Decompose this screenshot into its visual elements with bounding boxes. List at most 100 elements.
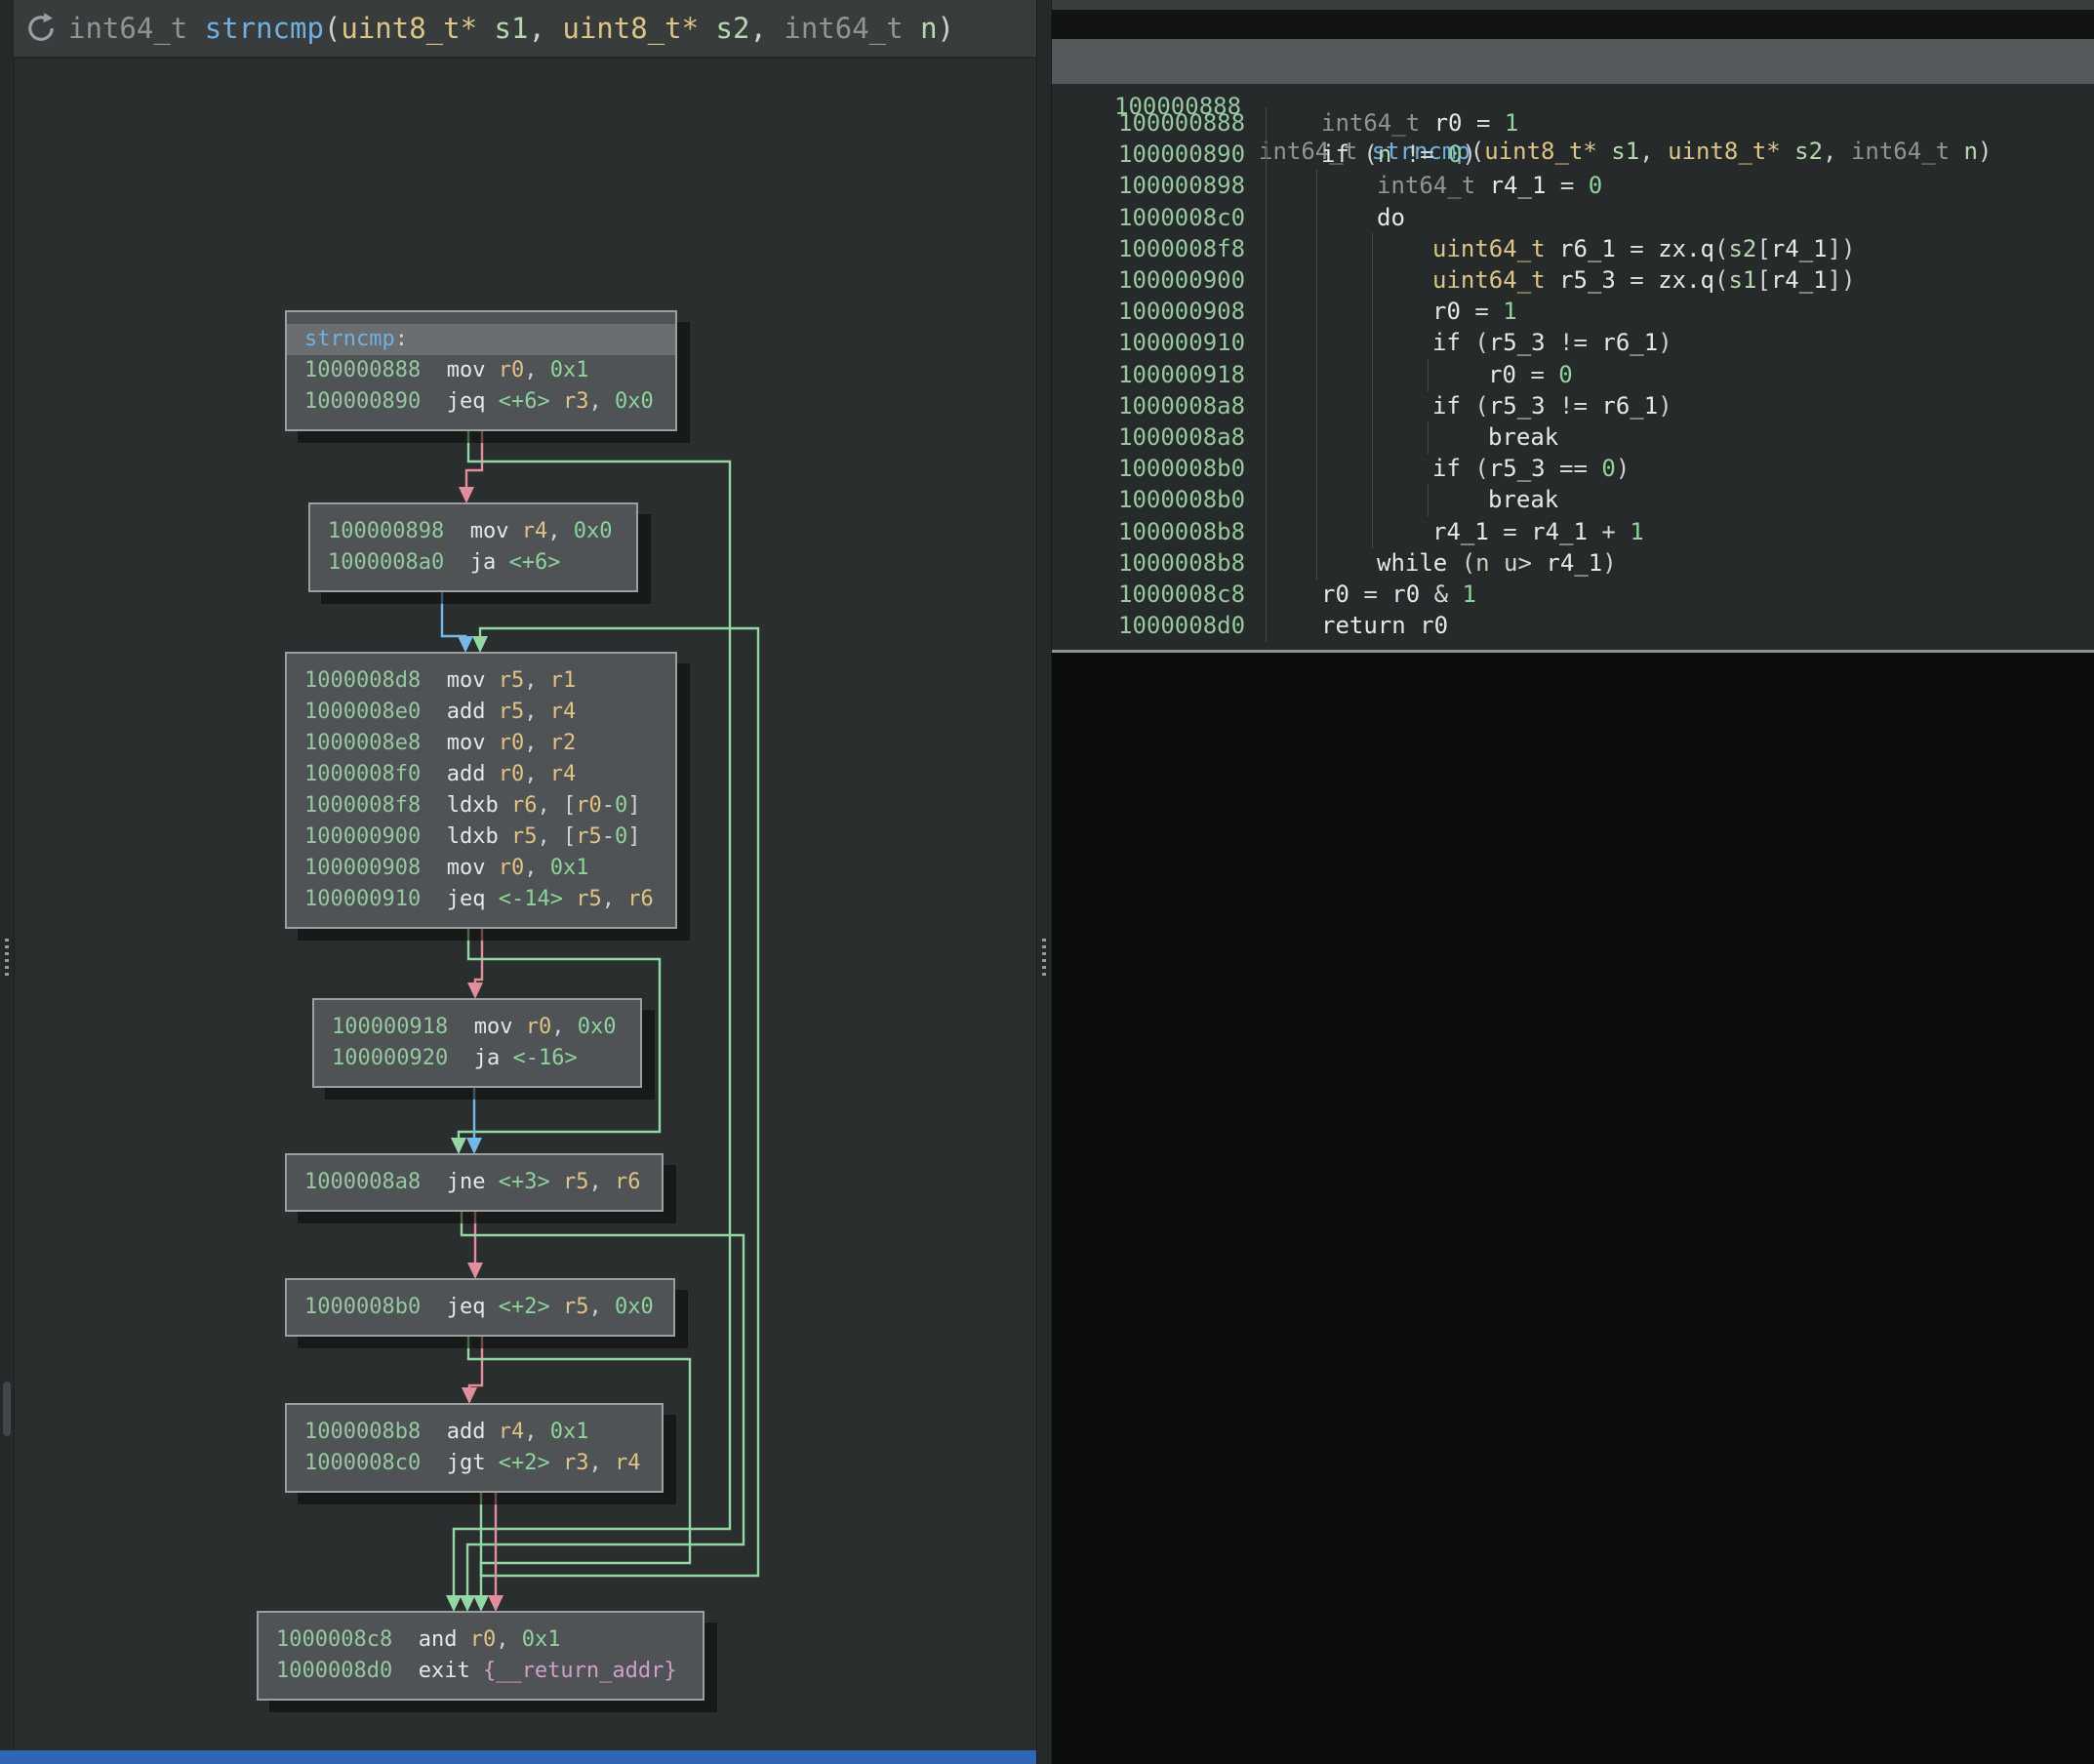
hlil-line[interactable]: 1000008b8while (n u> r4_1): [1050, 547, 2094, 580]
edge-arrowhead-icon: [451, 1138, 466, 1154]
line-code: do: [1377, 202, 1405, 234]
token-imm: <+3>: [499, 1170, 550, 1194]
line-code: uint64_t r6_1 = zx.q(s2[r4_1]): [1432, 233, 1856, 265]
graph-canvas[interactable]: strncmp:100000888 mov r0, 0x1100000890 j…: [0, 0, 1036, 1764]
line-code: r0 = 1: [1432, 296, 1517, 328]
disasm-line[interactable]: 100000890 jeq <+6> r3, 0x0: [304, 386, 658, 418]
drag-handle-icon[interactable]: [1042, 939, 1046, 978]
hlil-line[interactable]: 1000008a8break: [1050, 421, 2094, 454]
hlil-line[interactable]: 1000008b0break: [1050, 484, 2094, 516]
disasm-line[interactable]: 1000008e0 add r5, r4: [304, 697, 658, 728]
disasm-line[interactable]: 1000008c8 and r0, 0x1: [276, 1624, 685, 1656]
disasm-line[interactable]: 1000008d0 exit {__return_addr}: [276, 1656, 685, 1687]
disasm-line[interactable]: 1000008d8 mov r5, r1: [304, 665, 658, 697]
token-pun: ,: [524, 700, 550, 724]
token-addr: 1000008b8: [304, 1420, 421, 1444]
token-addr: 1000008b0: [304, 1295, 421, 1319]
graph-node[interactable]: 1000008b8 add r4, 0x11000008c0 jgt <+2> …: [285, 1403, 664, 1493]
token-var: r0: [1391, 581, 1420, 608]
token-kw: break: [1488, 486, 1558, 513]
line-code: break: [1488, 484, 1558, 516]
disasm-line[interactable]: 1000008f0 add r0, r4: [304, 759, 658, 790]
token-var: r5_3: [1489, 455, 1546, 482]
indent-guide: [1372, 484, 1373, 516]
disasm-line[interactable]: 1000008a8 jne <+3> r5, r6: [304, 1167, 644, 1198]
reload-icon[interactable]: [23, 11, 59, 46]
graph-node[interactable]: 100000898 mov r4, 0x01000008a0 ja <+6>: [308, 502, 638, 592]
disasm-line[interactable]: 1000008b8 add r4, 0x1: [304, 1417, 644, 1448]
token-mn: jeq: [447, 887, 486, 911]
drag-handle-icon[interactable]: [5, 939, 9, 978]
scrollbar-thumb[interactable]: [3, 1382, 11, 1436]
function-signature[interactable]: int64_t strncmp(uint8_t* s1, uint8_t* s2…: [68, 12, 954, 45]
graph-node[interactable]: strncmp:100000888 mov r0, 0x1100000890 j…: [285, 310, 677, 431]
graph-node[interactable]: 100000918 mov r0, 0x0100000920 ja <-16>: [312, 998, 642, 1088]
disasm-line[interactable]: 1000008e8 mov r0, r2: [304, 728, 658, 759]
disasm-line[interactable]: 100000908 mov r0, 0x1: [304, 853, 658, 884]
token-addr: 100000900: [304, 824, 421, 849]
disasm-line[interactable]: 1000008b0 jeq <+2> r5, 0x0: [304, 1292, 656, 1323]
hlil-line[interactable]: 100000900uint64_t r5_3 = zx.q(s1[r4_1]): [1050, 264, 2094, 297]
disasm-line[interactable]: 100000888 mov r0, 0x1: [304, 355, 658, 386]
indent-guide: [1372, 233, 1373, 265]
hlil-line[interactable]: 100000898 int64_t r4_1 = 0: [1050, 170, 2094, 202]
token-imm: 0: [615, 824, 627, 849]
token-reg: r6: [627, 887, 654, 911]
hlil-line[interactable]: 100000908r0 = 1: [1050, 296, 2094, 328]
disasm-line[interactable]: 100000910 jeq <-14> r5, r6: [304, 884, 658, 915]
token-mn: ldxb: [447, 793, 499, 818]
graph-node[interactable]: 1000008a8 jne <+3> r5, r6: [285, 1153, 664, 1212]
disasm-line[interactable]: 1000008a0 ja <+6>: [328, 547, 619, 579]
token-mn: jne: [447, 1170, 486, 1194]
token-addr: 1000008e8: [304, 731, 421, 755]
line-code: int64_t r4_1 = 0: [1377, 170, 1602, 202]
token-imm: 1: [1505, 109, 1518, 137]
graph-node[interactable]: 1000008d8 mov r5, r11000008e0 add r5, r4…: [285, 652, 677, 929]
token-imm: 0: [1558, 361, 1572, 388]
token-fn: strncmp: [205, 12, 324, 45]
token-pun: [444, 519, 470, 543]
token-kw: if: [1432, 329, 1461, 356]
edge-arrowhead-icon: [466, 1138, 482, 1154]
hlil-line[interactable]: 1000008b0if (r5_3 == 0): [1050, 453, 2094, 485]
hlil-line[interactable]: 1000008a8if (r5_3 != r6_1): [1050, 390, 2094, 422]
line-code: r0 = r0 & 1: [1321, 579, 1476, 611]
hlil-line[interactable]: 1000008b8r4_1 = r4_1 + 1: [1050, 516, 2094, 548]
token-pun: ,: [551, 1015, 578, 1039]
hlil-line[interactable]: 100000918r0 = 0: [1050, 359, 2094, 391]
feature-map-bar[interactable]: [0, 1750, 1036, 1764]
token-reg: r6: [511, 793, 538, 818]
disasm-line[interactable]: 100000898 mov r4, 0x0: [328, 516, 619, 547]
hlil-line[interactable]: 1000008f8uint64_t r6_1 = zx.q(s2[r4_1]): [1050, 233, 2094, 265]
disasm-line[interactable]: 100000918 mov r0, 0x0: [332, 1012, 623, 1043]
token-reg: r5: [576, 887, 602, 911]
indent-guide: [1372, 453, 1373, 485]
indent-guide: [1316, 453, 1317, 485]
hlil-line[interactable]: 1000008c8r0 = r0 & 1: [1050, 579, 2094, 611]
function-signature-row[interactable]: 100000888 int64_t strncmp(uint8_t* s1, u…: [1050, 39, 2094, 84]
pane-divider[interactable]: [1036, 0, 1052, 1764]
left-splitter-strip[interactable]: [0, 0, 15, 1764]
token-kw: do: [1377, 204, 1405, 231]
graph-node[interactable]: 1000008c8 and r0, 0x11000008d0 exit {__r…: [257, 1611, 705, 1701]
line-address: 100000898: [1118, 170, 1245, 202]
hlil-line[interactable]: 100000910if (r5_3 != r6_1): [1050, 327, 2094, 359]
token-kw: while: [1377, 549, 1447, 577]
line-address: 1000008d0: [1118, 610, 1245, 642]
disasm-line[interactable]: 1000008f8 ldxb r6, [r0-0]: [304, 790, 658, 822]
token-type_g: int64_t: [1321, 109, 1420, 137]
disasm-line[interactable]: 1000008c0 jgt <+2> r3, r4: [304, 1448, 644, 1479]
hlil-line[interactable]: 1000008d0return r0: [1050, 610, 2094, 642]
disasm-line[interactable]: 100000920 ja <-16>: [332, 1043, 623, 1074]
token-pun: [421, 762, 447, 786]
disasm-line[interactable]: 100000900 ldxb r5, [r5-0]: [304, 822, 658, 853]
token-var: r0: [1321, 581, 1349, 608]
hlil-line[interactable]: 1000008c0do: [1050, 202, 2094, 234]
token-reg: r4: [615, 1451, 641, 1475]
token-reg: r5: [563, 1170, 589, 1194]
token-pun: ,: [524, 1420, 550, 1444]
hlil-line[interactable]: 100000890if (n != 0): [1050, 139, 2094, 171]
graph-node[interactable]: 1000008b0 jeq <+2> r5, 0x0: [285, 1278, 675, 1337]
disasm-label-line[interactable]: strncmp:: [287, 324, 675, 355]
hlil-line[interactable]: 100000888int64_t r0 = 1: [1050, 107, 2094, 140]
